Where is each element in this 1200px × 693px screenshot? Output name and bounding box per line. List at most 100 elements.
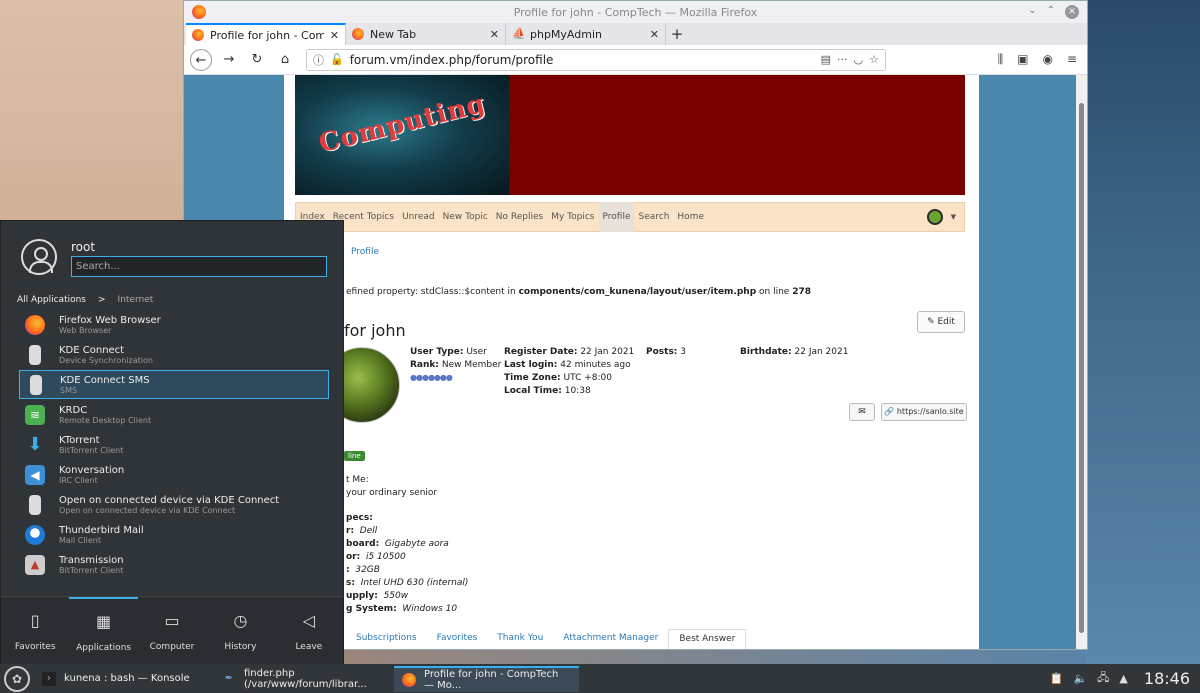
spec-label: r:: [346, 526, 355, 536]
close-window-icon[interactable]: ✕: [1065, 5, 1079, 19]
spec-value: Intel UHD 630 (internal): [360, 578, 469, 588]
taskbar: ✿ › kunena : bash — Konsole ✒ finder.php…: [0, 664, 1200, 693]
sidebar-icon[interactable]: ▣: [1017, 52, 1028, 67]
launcher-search-input[interactable]: Search...: [71, 256, 327, 277]
app-thunderbird[interactable]: Thunderbird Mail Mail Client: [19, 520, 329, 549]
grid-icon: ▦: [96, 612, 112, 631]
reload-button[interactable]: ↻: [246, 49, 268, 71]
profile-title: for john: [344, 321, 406, 340]
notice-mid: on line: [756, 287, 793, 297]
spec-label: g System:: [346, 604, 397, 614]
volume-icon[interactable]: 🔈: [1073, 672, 1087, 685]
network-icon[interactable]: 🖧: [1097, 669, 1109, 688]
task-konsole[interactable]: › kunena : bash — Konsole: [34, 666, 214, 692]
app-transmission[interactable]: ▲ Transmission BitTorrent Client: [19, 550, 329, 579]
back-button[interactable]: ←: [190, 48, 212, 71]
tab-attachment-manager[interactable]: Attachment Manager: [553, 629, 668, 649]
launcher-tab-applications[interactable]: ▦ Applications: [69, 597, 138, 666]
minimize-icon[interactable]: ⌄: [1028, 5, 1036, 19]
last-login: Last login: 42 minutes ago: [504, 360, 631, 370]
user-avatar-icon[interactable]: [21, 239, 57, 275]
tray-expand-icon[interactable]: ▲: [1119, 672, 1127, 685]
notice-line: 278: [792, 287, 811, 297]
insecure-lock-icon[interactable]: 🔓: [330, 53, 344, 66]
link-icon: 🔗: [884, 407, 897, 416]
forward-button[interactable]: →: [218, 49, 240, 71]
tab-label: New Tab: [370, 27, 417, 41]
envelope-icon: ✉: [858, 407, 866, 417]
spec-row: board: Gigabyte aora: [346, 539, 449, 549]
spec-value: 550w: [383, 591, 409, 601]
menu-search[interactable]: Search: [634, 202, 673, 232]
pocket-icon[interactable]: ◡: [854, 53, 864, 66]
task-firefox[interactable]: Profile for john - CompTech — Mo...: [394, 665, 579, 692]
app-desc: Web Browser: [59, 325, 112, 335]
tab-close-icon[interactable]: ✕: [490, 28, 499, 41]
rank-label: Rank:: [410, 360, 439, 370]
clipboard-icon[interactable]: 📋: [1050, 672, 1064, 685]
url-text[interactable]: forum.vm/index.php/forum/profile: [350, 53, 815, 67]
scrollbar-thumb[interactable]: [1079, 103, 1084, 633]
menu-profile[interactable]: Profile: [598, 202, 635, 232]
reader-view-icon[interactable]: ▤: [821, 53, 831, 66]
hamburger-menu-icon[interactable]: ≡: [1067, 52, 1077, 67]
clock[interactable]: 18:46: [1144, 669, 1190, 688]
app-kde-connect-open[interactable]: Open on connected device via KDE Connect…: [19, 490, 329, 519]
spec-label: upply:: [346, 591, 378, 601]
page-scrollbar[interactable]: [1076, 75, 1087, 649]
app-krdc[interactable]: ≋ KRDC Remote Desktop Client: [19, 400, 329, 429]
app-firefox[interactable]: Firefox Web Browser Web Browser: [19, 310, 329, 339]
account-icon[interactable]: ◉: [1042, 52, 1052, 67]
page-actions-icon[interactable]: ···: [837, 53, 848, 66]
menu-no-replies[interactable]: No Replies: [492, 202, 547, 232]
about-label: t Me:: [346, 475, 369, 485]
edit-button[interactable]: ✎ Edit: [917, 311, 965, 333]
spec-value: Windows 10: [402, 604, 458, 614]
app-kde-connect-sms[interactable]: KDE Connect SMS SMS: [19, 370, 329, 399]
url-bar[interactable]: ⓘ 🔓 forum.vm/index.php/forum/profile ▤ ·…: [306, 48, 886, 71]
launcher-tab-computer[interactable]: ▭ Computer: [138, 597, 206, 666]
tab-close-icon[interactable]: ✕: [330, 29, 339, 42]
tab-phpmyadmin[interactable]: ⛵ phpMyAdmin ✕: [506, 23, 666, 45]
tab-thank-you[interactable]: Thank You: [487, 629, 553, 649]
tab-profile[interactable]: Profile for john - CompTec ✕: [186, 23, 346, 45]
bookmark-star-icon[interactable]: ☆: [869, 53, 879, 66]
menu-unread[interactable]: Unread: [398, 202, 439, 232]
app-name: KDE Connect SMS: [60, 374, 150, 386]
tab-favorites[interactable]: Favorites: [427, 629, 488, 649]
crumb-all-applications[interactable]: All Applications: [17, 295, 86, 305]
window-titlebar[interactable]: Profile for john - CompTech — Mozilla Fi…: [184, 1, 1087, 23]
tab-best-answer[interactable]: Best Answer: [668, 629, 747, 649]
library-icon[interactable]: ⫼: [998, 52, 1004, 67]
user-rank: Rank: New Member: [410, 360, 501, 370]
menu-my-topics[interactable]: My Topics: [547, 202, 598, 232]
spec-row: g System: Windows 10: [346, 604, 457, 614]
launcher-tab-history[interactable]: ◷ History: [206, 597, 274, 666]
user-avatar-menu[interactable]: [926, 209, 943, 225]
toolbar-right: ⫼ ▣ ◉ ≡: [998, 52, 1081, 67]
menu-new-topic[interactable]: New Topic: [439, 202, 492, 232]
crumb-internet[interactable]: Internet: [118, 295, 154, 305]
website-button[interactable]: 🔗 https://sanlo.site: [881, 403, 967, 421]
app-kde-connect[interactable]: KDE Connect Device Synchronization: [19, 340, 329, 369]
breadcrumb[interactable]: Profile: [351, 247, 379, 257]
tab-close-icon[interactable]: ✕: [650, 28, 659, 41]
tab-subscriptions[interactable]: Subscriptions: [346, 629, 427, 649]
forum-page: Computing Index Recent Topics Unread New…: [284, 75, 979, 649]
menu-home[interactable]: Home: [673, 202, 708, 232]
kde-launcher-button[interactable]: ✿: [4, 665, 30, 692]
firefox-icon: [352, 28, 364, 40]
app-ktorrent[interactable]: ⬇ KTorrent BitTorrent Client: [19, 430, 329, 459]
launcher-tab-leave[interactable]: ◁ Leave: [275, 597, 343, 666]
app-konversation[interactable]: ◀ Konversation IRC Client: [19, 460, 329, 489]
system-tray: 📋 🔈 🖧 ▲ 18:46: [1050, 669, 1200, 688]
info-icon[interactable]: ⓘ: [313, 52, 324, 68]
tab-new-tab[interactable]: New Tab ✕: [346, 23, 506, 45]
new-tab-button[interactable]: +: [666, 23, 688, 45]
task-editor[interactable]: ✒ finder.php (/var/www/forum/librar...: [214, 666, 394, 692]
home-button[interactable]: ⌂: [274, 49, 296, 71]
launcher-tab-favorites[interactable]: ▯ Favorites: [1, 597, 69, 666]
maximize-icon[interactable]: ⌃: [1047, 5, 1055, 19]
send-message-button[interactable]: ✉: [849, 403, 875, 421]
chevron-down-icon[interactable]: ▼: [951, 213, 956, 221]
